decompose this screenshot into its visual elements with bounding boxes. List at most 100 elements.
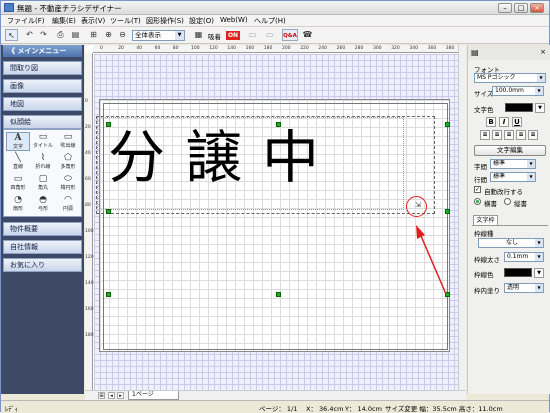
shape-text[interactable]: A 文字 bbox=[6, 132, 30, 151]
menu-edit[interactable]: 編集(E) bbox=[52, 16, 76, 26]
tab-text-frame[interactable]: 文字枠 bbox=[473, 215, 498, 225]
polyline-icon: ⌇ bbox=[40, 153, 46, 163]
shape-rectangle[interactable]: ▭ 四角形 bbox=[6, 174, 30, 193]
frame-width-select[interactable]: 0.1mm ▼ bbox=[504, 252, 544, 262]
size-label: サイズ bbox=[474, 90, 494, 98]
polygon-icon: ⬠ bbox=[64, 153, 72, 163]
italic-button[interactable]: I bbox=[499, 117, 509, 127]
shape-arc[interactable]: ◠ 円弧 bbox=[56, 195, 80, 214]
close-icon[interactable]: × bbox=[530, 3, 544, 13]
menu-help[interactable]: ヘルプ(H) bbox=[254, 16, 286, 26]
menu-settings[interactable]: 設定(O) bbox=[189, 16, 214, 26]
line-spacing-select[interactable]: 標準 ▼ bbox=[490, 172, 536, 182]
shape-ellipse[interactable]: ⬭ 楕円形 bbox=[56, 174, 80, 193]
grid-snap-toggle[interactable]: ON bbox=[226, 31, 240, 40]
window-title: 無題 - 不動産チラシデザイナー bbox=[17, 4, 122, 13]
menu-view[interactable]: 表示(V) bbox=[81, 16, 105, 26]
app-window: 無題 - 不動産チラシデザイナー – □ × ファイル(F) 編集(E) 表示(… bbox=[0, 0, 550, 413]
main-menu-header: 《 メインメニュー bbox=[3, 45, 82, 57]
nav-image[interactable]: 画像 bbox=[3, 79, 82, 93]
shape-rounded[interactable]: ▢ 角丸 bbox=[31, 174, 55, 193]
print-icon[interactable]: ⎙ bbox=[54, 29, 67, 41]
align-justify-icon[interactable]: ≡ bbox=[516, 130, 526, 140]
shape-sector[interactable]: ◔ 扇形 bbox=[6, 195, 30, 214]
maximize-icon[interactable]: □ bbox=[514, 3, 528, 13]
frame-color-swatch[interactable] bbox=[504, 268, 532, 277]
frame-fill-value: 透明 bbox=[507, 284, 520, 291]
align-distribute-icon[interactable]: ≡ bbox=[528, 130, 538, 140]
shape-label: 扇形 bbox=[12, 206, 23, 212]
text-icon: A bbox=[14, 133, 22, 143]
char-spacing-value: 標準 bbox=[493, 160, 506, 167]
frame-type-select[interactable]: なし ▼ bbox=[478, 238, 544, 248]
balloon-icon: ▭ bbox=[63, 132, 73, 142]
qa-button[interactable]: Q&A bbox=[282, 29, 298, 41]
frame-color-label: 枠線色 bbox=[474, 271, 494, 279]
nav-floorplan[interactable]: 間取り図 bbox=[3, 61, 82, 75]
frame-fill-select[interactable]: 透明 ▼ bbox=[504, 283, 544, 293]
first-page-icon[interactable]: ⊞ bbox=[98, 392, 105, 399]
vertical-radio[interactable] bbox=[504, 198, 511, 205]
shape-segment[interactable]: ◓ 弓形 bbox=[31, 195, 55, 214]
redo-icon[interactable]: ↷ bbox=[37, 29, 50, 41]
char-spacing-select[interactable]: 標準 ▼ bbox=[490, 159, 536, 169]
nav-map[interactable]: 地図 bbox=[3, 97, 82, 111]
menu-web[interactable]: Web(W) bbox=[220, 16, 248, 24]
menu-shape[interactable]: 図形操作(S) bbox=[146, 16, 184, 26]
nav-portrait[interactable]: 似顔絵 bbox=[3, 115, 82, 129]
left-sidebar: 《 メインメニュー 間取り図 画像 地図 似顔絵 A 文字 ▭ タイトル ▭ 吹出線 … bbox=[1, 45, 84, 394]
minimize-icon[interactable]: – bbox=[498, 3, 512, 13]
prev-page-icon[interactable]: ◂ bbox=[108, 392, 115, 399]
shape-line[interactable]: ╲ 直線 bbox=[6, 153, 30, 172]
size-value: 100.0mm bbox=[495, 87, 524, 94]
text-color-swatch[interactable] bbox=[505, 103, 533, 112]
horizontal-radio[interactable] bbox=[474, 198, 481, 205]
copy-icon[interactable]: ▭ bbox=[246, 29, 259, 41]
chevron-down-icon[interactable]: ▼ bbox=[535, 103, 545, 113]
nav-property-summary[interactable]: 物件概要 bbox=[3, 222, 82, 236]
canvas-area[interactable]: 0 20 40 60 80 100 120 140 160 180 200 220 240 260 280 3… bbox=[85, 45, 458, 390]
shape-polygon[interactable]: ⬠ 多角形 bbox=[56, 153, 80, 172]
page-tab-1[interactable]: 1ページ bbox=[128, 391, 179, 400]
select-tool-icon[interactable]: ↖ bbox=[5, 29, 18, 41]
shape-label: 直線 bbox=[12, 164, 23, 170]
main-menu-title: メインメニュー bbox=[17, 47, 67, 55]
grid-icon[interactable]: ▦ bbox=[192, 29, 205, 41]
fax-icon[interactable]: ☎ bbox=[301, 29, 314, 41]
menu-bar: ファイル(F) 編集(E) 表示(V) ツール(T) 図形操作(S) 設定(O)… bbox=[1, 15, 549, 27]
vertical-scrollbar[interactable] bbox=[458, 45, 466, 390]
nav-favorites[interactable]: お気に入り bbox=[3, 258, 82, 272]
align-right-icon[interactable]: ≡ bbox=[504, 130, 514, 140]
menu-file[interactable]: ファイル(F) bbox=[7, 16, 45, 26]
properties-toolbar: ▤ × bbox=[467, 45, 550, 60]
shape-title[interactable]: ▭ タイトル bbox=[31, 132, 55, 151]
size-select[interactable]: 100.0mm ▼ bbox=[492, 86, 544, 96]
nav-company-info[interactable]: 自社情報 bbox=[3, 240, 82, 254]
autowrap-checkbox[interactable]: ✓ bbox=[474, 186, 481, 193]
page-tab-label: 1ページ bbox=[132, 391, 154, 398]
font-select[interactable]: MS Pゴシック ▼ bbox=[474, 73, 546, 83]
shape-label: 四角形 bbox=[10, 185, 26, 191]
text-edit-button[interactable]: 文字編集 bbox=[474, 145, 546, 156]
shape-polyline[interactable]: ⌇ 折れ線 bbox=[31, 153, 55, 172]
menu-tools[interactable]: ツール(T) bbox=[110, 16, 141, 26]
save-icon[interactable]: ▤ bbox=[69, 29, 82, 41]
arc-icon: ◠ bbox=[64, 195, 72, 205]
align-left-icon[interactable]: ≡ bbox=[480, 130, 490, 140]
next-page-icon[interactable]: ▸ bbox=[117, 392, 124, 399]
close-panel-icon[interactable]: × bbox=[540, 48, 546, 56]
undo-icon[interactable]: ↶ bbox=[23, 29, 36, 41]
frame-width-value: 0.1mm bbox=[507, 253, 529, 260]
shape-balloon[interactable]: ▭ 吹出線 bbox=[56, 132, 80, 151]
bold-button[interactable]: B bbox=[486, 117, 496, 127]
align-center-icon[interactable]: ≡ bbox=[492, 130, 502, 140]
paste-icon[interactable]: ▭ bbox=[263, 29, 276, 41]
chevron-down-icon[interactable]: ▼ bbox=[534, 268, 544, 278]
annotation-arrow bbox=[416, 225, 447, 295]
underline-button[interactable]: U bbox=[512, 117, 522, 127]
zoom-out-icon[interactable]: ⊖ bbox=[116, 29, 129, 41]
zoom-in-icon[interactable]: ⊕ bbox=[102, 29, 115, 41]
zoom-select[interactable]: 全体表示 ▼ bbox=[132, 30, 185, 41]
fit-page-icon[interactable]: ⊞ bbox=[87, 29, 100, 41]
title-bar: 無題 - 不動産チラシデザイナー – □ × bbox=[1, 1, 549, 15]
